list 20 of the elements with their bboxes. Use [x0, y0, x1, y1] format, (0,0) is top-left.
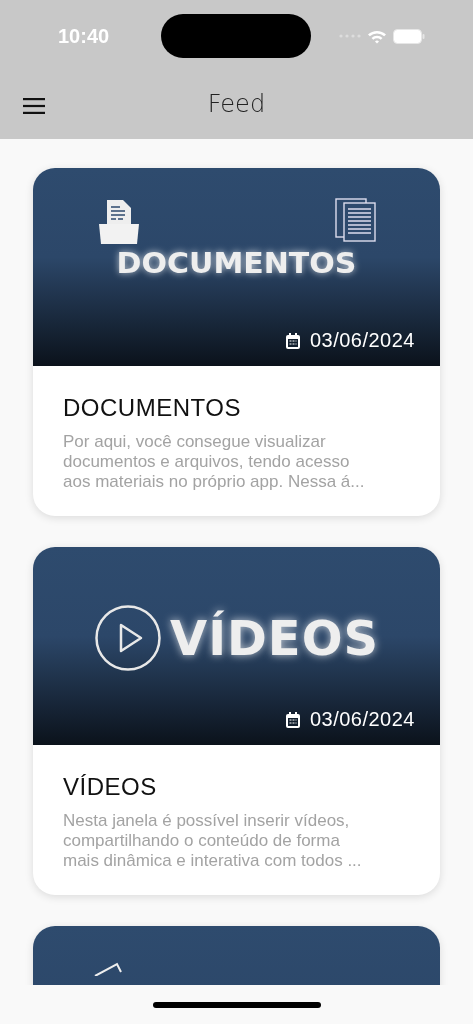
battery-icon	[393, 28, 425, 44]
banner-heading: DOCUMENTOS	[116, 246, 357, 281]
card-description: Por aqui, você consegue visualizar documentos e arquivos, tendo acesso aos materiais no próprio app. Nessa á...	[63, 432, 366, 492]
card-date: 03/06/2024	[309, 708, 415, 731]
feed-card[interactable]: VÍDEOS 03/06/2024 VÍDEOS Nesta janela é possível inserir vídeos, compartilhando o conteúdo de forma mais dinâmica e interativa com todos ...	[33, 547, 440, 895]
calendar-icon	[285, 711, 300, 728]
banner-heading: VÍDEOS	[170, 610, 379, 666]
play-icon	[94, 604, 162, 672]
feed-card[interactable]: DOCUMENTOS 03/06/2024 DOCUMENTOS Por aqui, você consegue visualizar documentos e arquivos, tendo acesso aos materiais no próprio app. Nessa á...	[33, 168, 440, 516]
page-title: Feed	[207, 90, 266, 118]
documents-icon	[334, 198, 377, 242]
card-title: DOCUMENTOS	[63, 394, 242, 422]
home-indicator[interactable]	[152, 1001, 321, 1008]
card-title: VÍDEOS	[63, 773, 158, 801]
card-date: 03/06/2024	[309, 329, 415, 352]
card-description: Nesta janela é possível inserir vídeos, compartilhando o conteúdo de forma mais dinâmica e interativa com todos ...	[63, 811, 363, 871]
calendar-icon	[285, 332, 300, 349]
menu-icon[interactable]	[23, 97, 45, 114]
folder-document-icon	[96, 198, 141, 244]
wifi-icon	[367, 28, 387, 44]
